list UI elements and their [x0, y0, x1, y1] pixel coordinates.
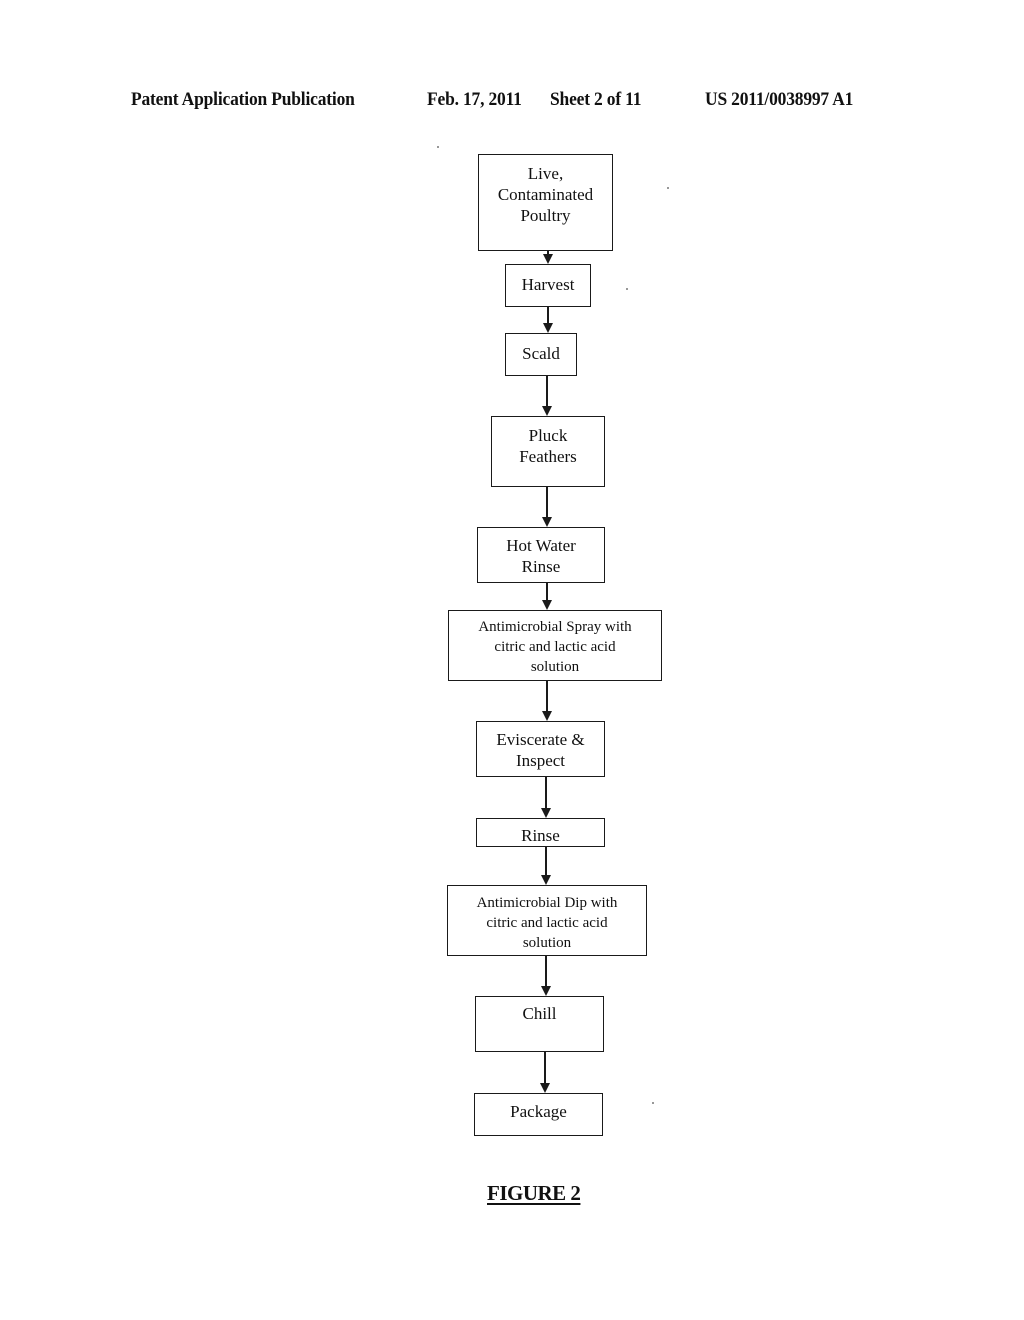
step-text-line: Eviscerate &	[496, 730, 585, 749]
step-live-contaminated-poultry: Live, Contaminated Poultry	[478, 154, 613, 251]
step-text-line: solution	[530, 659, 580, 675]
step-text-line: Rinse	[521, 826, 560, 845]
step-text-line: Inspect	[515, 751, 566, 770]
step-text-line: Pluck	[528, 426, 568, 445]
step-antimicrobial-dip: Antimicrobial Dip with citric and lactic…	[447, 885, 647, 956]
patent-number: US 2011/0038997 A1	[705, 89, 854, 110]
step-text-line: Package	[510, 1102, 567, 1121]
step-text-line: Poultry	[520, 206, 571, 225]
step-text-line: Contaminated	[497, 185, 594, 204]
scan-speck	[626, 288, 628, 290]
step-eviscerate-inspect: Eviscerate & Inspect	[476, 721, 605, 777]
step-scald: Scald	[505, 333, 577, 376]
scan-speck	[667, 187, 669, 189]
step-pluck-feathers: Pluck Feathers	[491, 416, 605, 487]
step-text-line: Feathers	[519, 447, 577, 466]
scan-speck	[652, 1102, 654, 1104]
sheet-number: Sheet 2 of 11	[550, 89, 642, 110]
step-rinse: Rinse	[476, 818, 605, 847]
step-package: Package	[474, 1093, 603, 1136]
step-text-line: Hot Water	[506, 536, 576, 555]
step-text-line: solution	[522, 935, 572, 951]
figure-caption: FIGURE 2	[487, 1181, 581, 1205]
publication-label: Patent Application Publication	[131, 89, 355, 110]
step-text-line: Chill	[522, 1004, 557, 1023]
step-hot-water-rinse: Hot Water Rinse	[477, 527, 605, 583]
step-text-line: Antimicrobial Dip with	[476, 895, 618, 911]
step-text-line: Rinse	[521, 557, 561, 576]
step-text-line: Antimicrobial Spray with	[478, 619, 632, 635]
step-antimicrobial-spray: Antimicrobial Spray with citric and lact…	[448, 610, 662, 681]
step-chill: Chill	[475, 996, 604, 1052]
scan-speck	[437, 146, 439, 148]
step-text-line: Live,	[527, 164, 564, 183]
step-text-line: Harvest	[521, 275, 575, 294]
step-text-line: citric and lactic acid	[494, 639, 616, 655]
step-harvest: Harvest	[505, 264, 591, 307]
step-text-line: Scald	[522, 344, 560, 363]
publication-date: Feb. 17, 2011	[427, 89, 522, 110]
step-text-line: citric and lactic acid	[486, 915, 608, 931]
